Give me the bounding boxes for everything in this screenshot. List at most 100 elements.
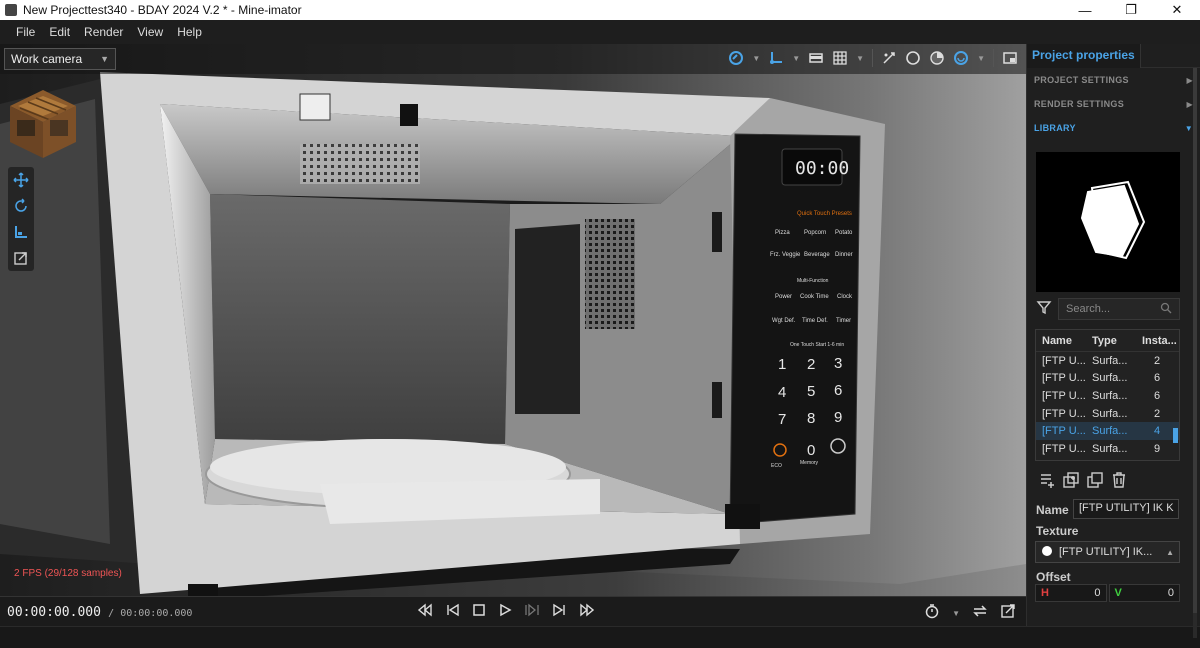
viewport[interactable]: 00:00 Quick Touch Presets Pizza Popcorn … [0, 44, 1026, 596]
table-scrollbar[interactable] [1173, 428, 1178, 443]
name-input[interactable]: [FTP UTILITY] IK K [1073, 499, 1179, 519]
aspect-ratio-icon[interactable] [808, 50, 824, 66]
key-7: 7 [778, 411, 786, 428]
panel-scrollbar[interactable] [1193, 68, 1197, 638]
table-row[interactable]: [FTP U... Surfa... 9 [1036, 440, 1179, 458]
key-power: Power [775, 294, 792, 300]
chevron-down-icon[interactable]: ▼ [952, 609, 960, 618]
delete-resource-icon[interactable] [1110, 471, 1128, 494]
offset-v-field[interactable]: V 0 [1108, 584, 1180, 602]
row-type: Surfa... [1092, 372, 1128, 385]
library-search-input[interactable]: Search... [1058, 298, 1180, 320]
particles-icon[interactable] [881, 50, 897, 66]
loop-icon[interactable] [972, 603, 988, 624]
camera-select[interactable]: Work camera ▼ [4, 48, 116, 70]
snap-icon[interactable] [728, 50, 744, 66]
jump-start-icon[interactable] [417, 603, 434, 622]
app-icon [5, 4, 17, 16]
stopwatch-icon[interactable] [924, 603, 940, 624]
add-resource-icon[interactable] [1038, 471, 1056, 494]
shading-flat-icon[interactable] [905, 50, 921, 66]
row-type: Surfa... [1092, 442, 1128, 455]
close-button[interactable]: ✕ [1154, 0, 1200, 20]
shading-material-icon[interactable] [929, 50, 945, 66]
prev-frame-icon[interactable] [446, 603, 460, 622]
toolbar-separator [872, 49, 874, 67]
chevron-down-icon[interactable]: ▼ [792, 54, 800, 63]
table-row[interactable]: [FTP U... Surfa... 6 [1036, 387, 1179, 405]
fps-counter: 2 FPS (29/128 samples) [14, 568, 122, 579]
grid-icon[interactable] [832, 50, 848, 66]
menu-file[interactable]: File [0, 25, 42, 39]
chevron-down-icon[interactable]: ▼ [856, 54, 864, 63]
offset-h-field[interactable]: H 0 [1035, 584, 1107, 602]
table-row[interactable]: [FTP U... Surfa... 2 [1036, 352, 1179, 370]
viewport-window-icon[interactable] [1002, 50, 1018, 66]
maximize-button[interactable]: ❐ [1108, 0, 1154, 20]
duplicate-resource-icon[interactable] [1086, 471, 1104, 494]
menu-view[interactable]: View [130, 25, 170, 39]
table-header: Name Type Insta... [1036, 330, 1179, 352]
library-actions [1038, 471, 1128, 494]
import-resource-icon[interactable] [1062, 471, 1080, 494]
menu-help[interactable]: Help [170, 25, 209, 39]
offset-fields: H 0 V 0 [1035, 584, 1180, 602]
key-wgt-def: Wgt Def. [772, 318, 796, 324]
transform-tools [8, 167, 34, 271]
texture-select[interactable]: [FTP UTILITY] IK... ▲ [1035, 541, 1180, 563]
shading-render-icon[interactable] [953, 50, 969, 66]
row-name: [FTP U... [1042, 425, 1086, 438]
panel-tabs: Project properties [1027, 43, 1200, 68]
jump-end-icon[interactable] [578, 603, 595, 622]
one-touch-header: One Touch Start 1-6 min [790, 342, 844, 348]
table-row[interactable]: [FTP U... Surfa... 2 [1036, 405, 1179, 423]
chevron-down-icon[interactable]: ▼ [752, 54, 760, 63]
crafting-table-icon [10, 90, 76, 158]
bottom-bar [0, 626, 1200, 648]
gizmo-axis-icon[interactable] [768, 50, 784, 66]
column-instances[interactable]: Insta... [1136, 335, 1179, 347]
play-icon[interactable] [498, 603, 512, 622]
menu-bar: File Edit Render View Help [0, 20, 1200, 44]
table-row[interactable]: [FTP U... Surfa... 6 [1036, 370, 1179, 388]
row-type: Surfa... [1092, 425, 1128, 438]
column-name[interactable]: Name [1036, 335, 1086, 347]
table-row[interactable]: [FTP U... Surfa... 4 [1036, 422, 1179, 440]
column-type[interactable]: Type [1086, 335, 1136, 347]
move-tool-icon[interactable] [11, 170, 31, 190]
stop-icon[interactable] [472, 603, 486, 622]
current-time: 00:00:00.000 [7, 605, 101, 620]
row-instances: 6 [1154, 389, 1161, 402]
key-3: 3 [834, 355, 842, 372]
scale-tool-icon[interactable] [11, 222, 31, 242]
menu-render[interactable]: Render [77, 25, 130, 39]
key-8: 8 [807, 410, 815, 427]
rotate-tool-icon[interactable] [11, 196, 31, 216]
toolbar-separator [993, 49, 994, 67]
panel-scroll-thumb[interactable] [1193, 68, 1197, 613]
memory-label: Memory [800, 460, 819, 466]
filter-icon[interactable] [1036, 299, 1052, 320]
key-5: 5 [807, 383, 815, 400]
name-label: Name [1036, 503, 1069, 517]
row-name: [FTP U... [1042, 407, 1086, 420]
search-placeholder: Search... [1066, 303, 1111, 315]
chevron-down-icon[interactable]: ▼ [977, 54, 985, 63]
preset-pizza: Pizza [775, 230, 790, 236]
section-label: PROJECT SETTINGS [1034, 75, 1129, 85]
export-icon[interactable] [1000, 603, 1016, 624]
minimize-button[interactable]: — [1062, 0, 1108, 20]
bend-tool-icon[interactable] [11, 248, 31, 268]
section-library[interactable]: LIBRARY ▼ [1027, 116, 1200, 140]
library-table: Name Type Insta... [FTP U... Surfa... 2 [FT… [1035, 329, 1180, 461]
tab-project-properties[interactable]: Project properties [1027, 43, 1141, 68]
next-frame-icon[interactable] [552, 603, 566, 622]
section-render-settings[interactable]: RENDER SETTINGS ▶ [1027, 92, 1200, 116]
key-cook-time: Cook Time [800, 294, 829, 300]
play-range-icon[interactable] [524, 603, 540, 622]
key-0: 0 [807, 442, 815, 459]
menu-edit[interactable]: Edit [42, 25, 77, 39]
row-type: Surfa... [1092, 389, 1128, 402]
section-project-settings[interactable]: PROJECT SETTINGS ▶ [1027, 68, 1200, 92]
timeline-bar: 00:00:00.000 / 00:00:00.000 ▼ [0, 596, 1026, 626]
